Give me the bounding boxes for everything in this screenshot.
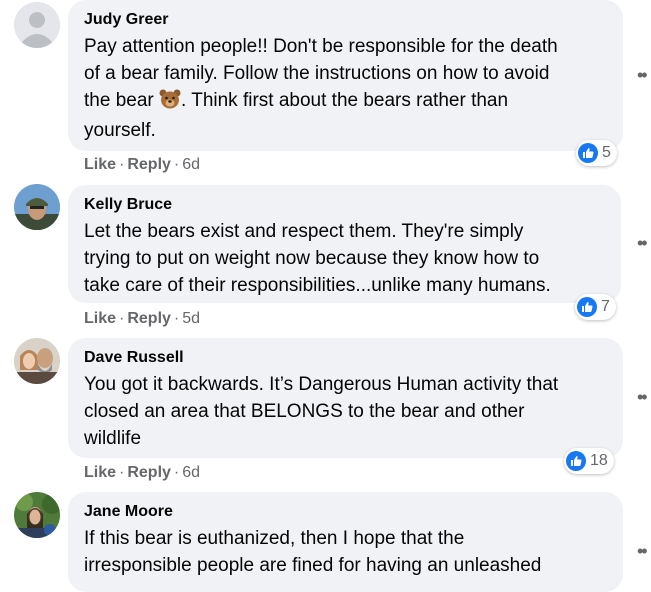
like-link[interactable]: Like xyxy=(84,156,116,173)
comment-line: Pay attention people!! Don't be responsi… xyxy=(84,36,558,57)
comment-actions: Like · Reply · 6d xyxy=(84,155,200,175)
more-options-icon[interactable]: •• xyxy=(637,66,648,84)
separator: · xyxy=(119,310,125,327)
thumbs-up-icon xyxy=(566,451,586,471)
comment-line: closed an area that BELONGS to the bear … xyxy=(84,401,525,422)
reaction-number: 5 xyxy=(602,144,611,161)
bear-face-icon xyxy=(159,89,181,117)
thumbs-up-icon xyxy=(578,143,598,163)
reply-link[interactable]: Reply xyxy=(127,310,171,327)
comment-text: If this bear is euthanized, then I hope … xyxy=(84,525,607,579)
reaction-number: 7 xyxy=(601,298,610,315)
separator: · xyxy=(173,156,180,173)
comment-line: wildlife xyxy=(84,428,142,449)
like-link[interactable]: Like xyxy=(84,464,116,481)
comment-author[interactable]: Judy Greer xyxy=(84,10,607,30)
avatar[interactable] xyxy=(14,184,60,230)
thumbs-up-icon xyxy=(577,297,597,317)
timestamp[interactable]: 5d xyxy=(182,310,200,327)
comment-line: of a bear family. Follow the instruction… xyxy=(84,63,550,84)
reply-link[interactable]: Reply xyxy=(127,464,171,481)
comment-text: Let the bears exist and respect them. Th… xyxy=(84,218,605,299)
profile-photo-icon xyxy=(14,184,60,230)
comment-author[interactable]: Dave Russell xyxy=(84,348,607,368)
separator: · xyxy=(119,464,125,481)
reaction-count[interactable]: 7 xyxy=(575,294,616,320)
separator: · xyxy=(173,464,180,481)
more-options-icon[interactable]: •• xyxy=(637,542,648,560)
comment-actions: Like · Reply · 5d xyxy=(84,309,200,329)
avatar[interactable] xyxy=(14,338,60,384)
comment-bubble: Kelly Bruce Let the bears exist and resp… xyxy=(68,185,621,303)
comment-line: trying to put on weight now because they… xyxy=(84,248,540,269)
comment-line: Let the bears exist and respect them. Th… xyxy=(84,221,524,242)
comment-author[interactable]: Kelly Bruce xyxy=(84,195,605,215)
timestamp[interactable]: 6d xyxy=(182,156,200,173)
comment-line: yourself. xyxy=(84,120,156,141)
timestamp[interactable]: 6d xyxy=(182,464,200,481)
comment-line-part: the bear xyxy=(84,90,159,111)
comment-line: If this bear is euthanized, then I hope … xyxy=(84,528,465,549)
comment-text: Pay attention people!! Don't be responsi… xyxy=(84,33,607,144)
comment-line: You got it backwards. It’s Dangerous Hum… xyxy=(84,374,559,395)
comment-line: take care of their responsibilities...un… xyxy=(84,275,551,296)
reaction-number: 18 xyxy=(590,452,608,469)
separator: · xyxy=(173,310,180,327)
comment-text: You got it backwards. It’s Dangerous Hum… xyxy=(84,371,607,452)
reaction-count[interactable]: 5 xyxy=(576,140,617,166)
comment-bubble: Dave Russell You got it backwards. It’s … xyxy=(68,338,623,458)
comment-author[interactable]: Jane Moore xyxy=(84,502,607,522)
avatar[interactable] xyxy=(14,492,60,538)
comment-bubble: Jane Moore If this bear is euthanized, t… xyxy=(68,492,623,592)
comment-bubble: Judy Greer Pay attention people!! Don't … xyxy=(68,0,623,151)
comment-line-part: . Think first about the bears rather tha… xyxy=(181,90,509,111)
more-options-icon[interactable]: •• xyxy=(637,388,648,406)
avatar[interactable] xyxy=(14,2,60,48)
like-link[interactable]: Like xyxy=(84,310,116,327)
reaction-count[interactable]: 18 xyxy=(564,448,614,474)
profile-photo-icon xyxy=(14,338,60,384)
comment-actions: Like · Reply · 6d xyxy=(84,463,200,483)
profile-photo-icon xyxy=(14,492,60,538)
separator: · xyxy=(119,156,125,173)
default-avatar-icon xyxy=(14,2,60,48)
reply-link[interactable]: Reply xyxy=(127,156,171,173)
comment-line: irresponsible people are fined for havin… xyxy=(84,555,542,576)
comment-line: the bear . Think first about the bears r… xyxy=(84,87,607,117)
more-options-icon[interactable]: •• xyxy=(637,234,648,252)
